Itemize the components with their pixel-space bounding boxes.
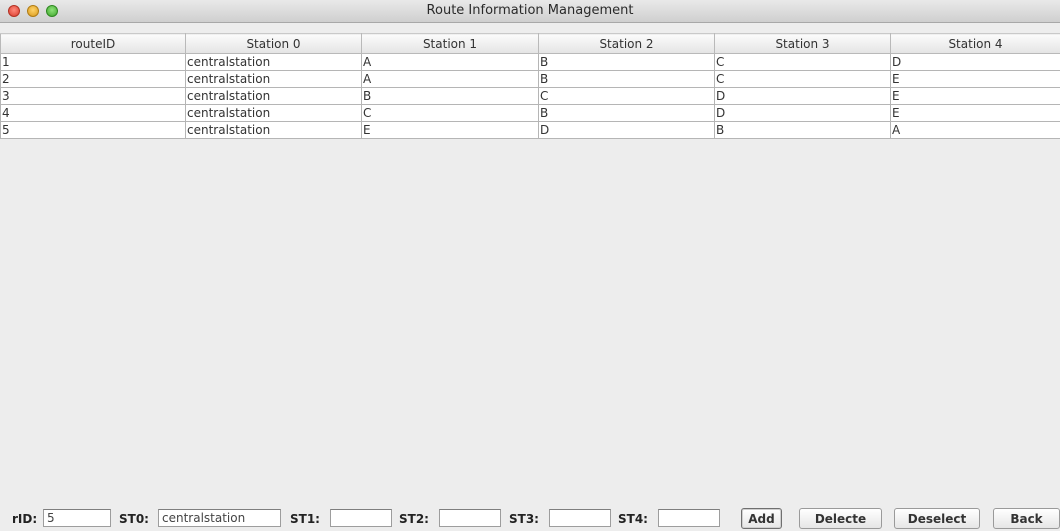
cell-station-1[interactable]: E [361, 121, 539, 139]
st3-label: ST3: [509, 512, 539, 526]
st0-label: ST0: [119, 512, 149, 526]
cell-routeid[interactable]: 3 [0, 87, 186, 105]
cell-station-0[interactable]: centralstation [185, 53, 362, 71]
delete-button[interactable]: Delecte [799, 508, 882, 529]
deselect-button[interactable]: Deselect [894, 508, 980, 529]
window-title: Route Information Management [426, 3, 634, 18]
cell-station-2[interactable]: D [538, 121, 715, 139]
table-row[interactable]: 3 centralstation B C D E [0, 87, 1060, 105]
cell-station-2[interactable]: B [538, 53, 715, 71]
cell-station-0[interactable]: centralstation [185, 70, 362, 88]
cell-station-4[interactable]: E [890, 70, 1060, 88]
st1-input[interactable] [330, 509, 392, 527]
title-bar: Route Information Management [0, 0, 1060, 23]
cell-routeid[interactable]: 4 [0, 104, 186, 122]
add-button[interactable]: Add [741, 508, 782, 529]
cell-station-2[interactable]: B [538, 104, 715, 122]
cell-routeid[interactable]: 2 [0, 70, 186, 88]
back-button[interactable]: Back [993, 508, 1060, 529]
cell-station-1[interactable]: A [361, 70, 539, 88]
cell-station-4[interactable]: A [890, 121, 1060, 139]
cell-station-4[interactable]: E [890, 104, 1060, 122]
cell-station-2[interactable]: C [538, 87, 715, 105]
st4-label: ST4: [618, 512, 648, 526]
cell-station-1[interactable]: A [361, 53, 539, 71]
table-header-row: routeID Station 0 Station 1 Station 2 St… [0, 33, 1060, 54]
column-header-station-1[interactable]: Station 1 [361, 33, 539, 54]
cell-station-3[interactable]: B [714, 121, 891, 139]
cell-station-0[interactable]: centralstation [185, 104, 362, 122]
st1-label: ST1: [290, 512, 320, 526]
st2-label: ST2: [399, 512, 429, 526]
column-header-routeid[interactable]: routeID [0, 33, 186, 54]
cell-station-0[interactable]: centralstation [185, 87, 362, 105]
st4-input[interactable] [658, 509, 720, 527]
table-row[interactable]: 2 centralstation A B C E [0, 70, 1060, 88]
column-header-station-3[interactable]: Station 3 [714, 33, 891, 54]
table-row[interactable]: 1 centralstation A B C D [0, 53, 1060, 71]
route-edit-form: rID: ST0: ST1: ST2: ST3: ST4: Add Delect… [0, 506, 1060, 531]
st2-input[interactable] [439, 509, 501, 527]
cell-routeid[interactable]: 1 [0, 53, 186, 71]
route-management-window: Route Information Management routeID Sta… [0, 0, 1060, 531]
rid-label: rID: [12, 512, 38, 526]
st0-input[interactable] [158, 509, 281, 527]
cell-station-2[interactable]: B [538, 70, 715, 88]
cell-station-3[interactable]: C [714, 70, 891, 88]
cell-station-3[interactable]: D [714, 87, 891, 105]
cell-station-0[interactable]: centralstation [185, 121, 362, 139]
cell-routeid[interactable]: 5 [0, 121, 186, 139]
st3-input[interactable] [549, 509, 611, 527]
cell-station-1[interactable]: B [361, 87, 539, 105]
cell-station-4[interactable]: E [890, 87, 1060, 105]
column-header-station-0[interactable]: Station 0 [185, 33, 362, 54]
rid-input[interactable] [43, 509, 111, 527]
column-header-station-2[interactable]: Station 2 [538, 33, 715, 54]
cell-station-4[interactable]: D [890, 53, 1060, 71]
column-header-station-4[interactable]: Station 4 [890, 33, 1060, 54]
table-row[interactable]: 4 centralstation C B D E [0, 104, 1060, 122]
route-table: routeID Station 0 Station 1 Station 2 St… [0, 33, 1060, 139]
table-row[interactable]: 5 centralstation E D B A [0, 121, 1060, 139]
cell-station-1[interactable]: C [361, 104, 539, 122]
cell-station-3[interactable]: D [714, 104, 891, 122]
cell-station-3[interactable]: C [714, 53, 891, 71]
